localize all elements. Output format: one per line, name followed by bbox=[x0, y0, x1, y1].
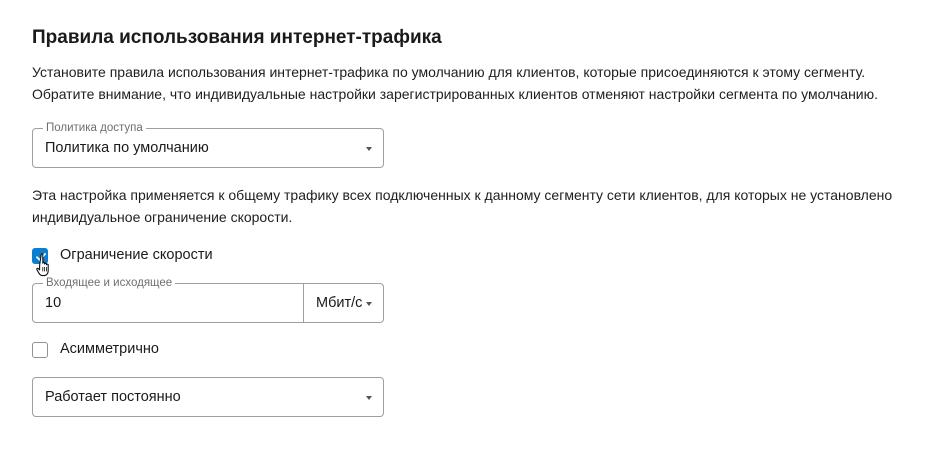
speed-limit-label: Ограничение скорости bbox=[60, 247, 213, 263]
bandwidth-field: Входящее и исходящее 10 Мбит/с bbox=[32, 276, 384, 323]
access-policy-label: Политика доступа bbox=[43, 121, 146, 135]
asymmetric-checkbox[interactable] bbox=[32, 342, 48, 358]
access-policy-select[interactable]: Политика доступа Политика по умолчанию bbox=[32, 121, 384, 168]
asymmetric-label: Асимметрично bbox=[60, 341, 159, 357]
unit-divider bbox=[303, 284, 304, 322]
page-title: Правила использования интернет-трафика bbox=[32, 27, 442, 48]
note-line: индивидуальное ограничение скорости. bbox=[32, 209, 293, 225]
section-description: Установите правила использования интерне… bbox=[32, 61, 878, 105]
hand-pointer-icon bbox=[36, 253, 49, 277]
access-policy-value: Политика по умолчанию bbox=[45, 140, 209, 156]
chevron-down-icon bbox=[366, 302, 372, 306]
bandwidth-label: Входящее и исходящее bbox=[43, 276, 176, 290]
note-line: Эта настройка применяется к общему трафи… bbox=[32, 187, 893, 203]
chevron-down-icon bbox=[366, 396, 372, 400]
schedule-select[interactable]: Работает постоянно bbox=[32, 377, 384, 417]
unit-select[interactable]: Мбит/с bbox=[316, 295, 362, 311]
description-line: Установите правила использования интерне… bbox=[32, 64, 866, 80]
bandwidth-input[interactable]: 10 bbox=[45, 295, 61, 311]
description-line: Обратите внимание, что индивидуальные на… bbox=[32, 86, 879, 102]
chevron-down-icon bbox=[366, 147, 372, 151]
speed-note: Эта настройка применяется к общему трафи… bbox=[32, 184, 892, 228]
schedule-value: Работает постоянно bbox=[45, 389, 181, 405]
